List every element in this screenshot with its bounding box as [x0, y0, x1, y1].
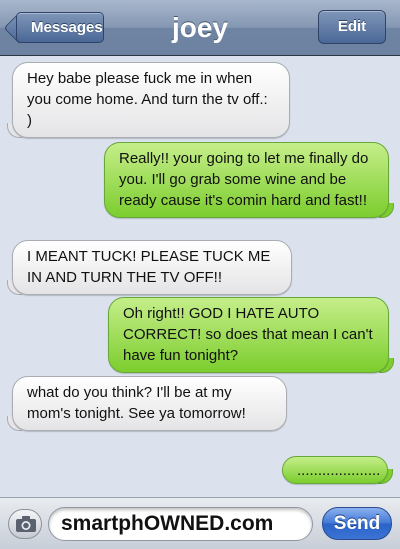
- send-button[interactable]: Send: [322, 507, 392, 540]
- camera-icon: [16, 516, 36, 532]
- message-input-bar: smartphOWNED.com Send: [0, 497, 400, 549]
- edit-button[interactable]: Edit: [318, 10, 386, 44]
- outgoing-message-bubble: Oh right!! GOD I HATE AUTO CORRECT! so d…: [108, 297, 394, 373]
- incoming-message-bubble: Hey babe please fuck me in when you come…: [7, 62, 290, 138]
- incoming-message-bubble: what do you think? I'll be at my mom's t…: [7, 376, 287, 431]
- messages-back-button[interactable]: Messages: [16, 12, 104, 43]
- outgoing-message-bubble: Really!! your going to let me finally do…: [104, 142, 394, 218]
- outgoing-message-bubble: ....................: [282, 456, 393, 484]
- camera-button[interactable]: [8, 509, 42, 539]
- incoming-message-bubble: I MEANT TUCK! PLEASE TUCK ME IN AND TURN…: [7, 240, 292, 295]
- navigation-bar: joey Messages Edit: [0, 0, 400, 56]
- message-text-field[interactable]: smartphOWNED.com: [48, 507, 313, 541]
